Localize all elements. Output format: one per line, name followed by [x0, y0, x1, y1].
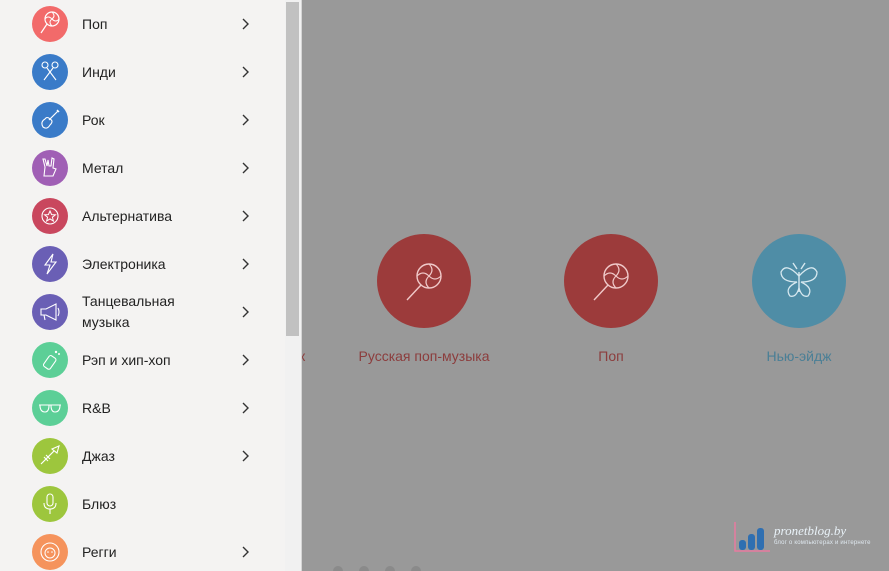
genre-circle — [752, 234, 846, 328]
genre-tile-russian-pop[interactable]: Русская поп-музыка — [344, 234, 504, 364]
butterfly-icon — [780, 262, 818, 297]
chevron-right-icon — [238, 65, 252, 79]
drawer-scrollbar[interactable] — [285, 0, 301, 571]
microphone-icon — [32, 486, 68, 522]
lion-icon — [32, 534, 68, 570]
sunglasses-icon — [32, 390, 68, 426]
chevron-right-icon — [238, 113, 252, 127]
watermark-subtitle: блог о компьютерах и интернете — [774, 540, 871, 546]
megaphone-icon — [32, 294, 68, 330]
watermark-title: pronetblog.by — [774, 523, 847, 538]
genre-menu-label: Джаз — [82, 447, 115, 464]
genre-menu-item[interactable]: Рэп и хип-хоп — [0, 336, 285, 384]
genre-menu-label: Танцевальная музыка — [82, 293, 175, 330]
lightning-icon — [32, 246, 68, 282]
genre-menu-item[interactable]: Инди — [0, 48, 285, 96]
genre-label: Нью-эйдж — [766, 348, 832, 364]
genre-menu-item[interactable]: Регги — [0, 528, 285, 571]
genre-tile-pop[interactable]: Поп — [531, 234, 691, 364]
genre-menu-label: R&B — [82, 399, 111, 416]
lollipop-icon — [406, 263, 442, 301]
lollipop-icon — [32, 6, 68, 42]
genre-menu-item[interactable]: Джаз — [0, 432, 285, 480]
chevron-right-icon — [238, 449, 252, 463]
genre-menu-label: Регги — [82, 543, 117, 560]
genre-menu-item[interactable]: R&B — [0, 384, 285, 432]
microphones-icon — [32, 54, 68, 90]
genre-label: Поп — [598, 348, 624, 364]
chevron-right-icon — [238, 401, 252, 415]
genre-menu-item[interactable]: Блюз — [0, 480, 285, 528]
genre-menu-label: Инди — [82, 63, 116, 80]
genre-circle — [377, 234, 471, 328]
genre-menu-label: Метал — [82, 159, 124, 176]
rock-hand-icon — [32, 150, 68, 186]
genre-tile-new-age[interactable]: Нью-эйдж — [719, 234, 879, 364]
genre-menu-item[interactable]: Электроника — [0, 240, 285, 288]
chevron-right-icon — [238, 353, 252, 367]
chevron-right-icon — [238, 161, 252, 175]
trumpet-icon — [32, 438, 68, 474]
genre-menu-label: Электроника — [82, 255, 166, 272]
guitar-icon — [32, 102, 68, 138]
bar-chart-logo-icon — [734, 522, 770, 552]
genre-menu-label: Альтернатива — [82, 207, 173, 224]
star-badge-icon — [32, 198, 68, 234]
genre-drawer: Поп Инди Рок Метал Альтернатива Электроника Та… — [0, 0, 302, 571]
chevron-right-icon — [238, 209, 252, 223]
genre-menu-item[interactable]: Поп — [0, 0, 285, 48]
chevron-right-icon — [238, 257, 252, 271]
genre-menu-label: Рэп и хип-хоп — [82, 351, 171, 368]
lollipop-icon — [593, 263, 629, 301]
genre-menu-item[interactable]: Альтернатива — [0, 192, 285, 240]
scrollbar-thumb[interactable] — [286, 2, 299, 336]
genre-menu-item[interactable]: Рок — [0, 96, 285, 144]
chevron-right-icon — [238, 305, 252, 319]
chevron-right-icon — [238, 17, 252, 31]
genre-label: Русская поп-музыка — [358, 348, 490, 364]
genre-menu-item[interactable]: Танцевальная музыка — [0, 288, 285, 336]
loading-dots — [333, 566, 421, 571]
genre-circle — [564, 234, 658, 328]
spray-can-icon — [32, 342, 68, 378]
watermark: pronetblog.by блог о компьютерах и интер… — [732, 520, 882, 554]
genre-menu-label: Поп — [82, 15, 108, 32]
genre-menu-label: Блюз — [82, 495, 117, 512]
genre-menu-item[interactable]: Метал — [0, 144, 285, 192]
genre-menu-label: Рок — [82, 111, 105, 128]
chevron-right-icon — [238, 545, 252, 559]
